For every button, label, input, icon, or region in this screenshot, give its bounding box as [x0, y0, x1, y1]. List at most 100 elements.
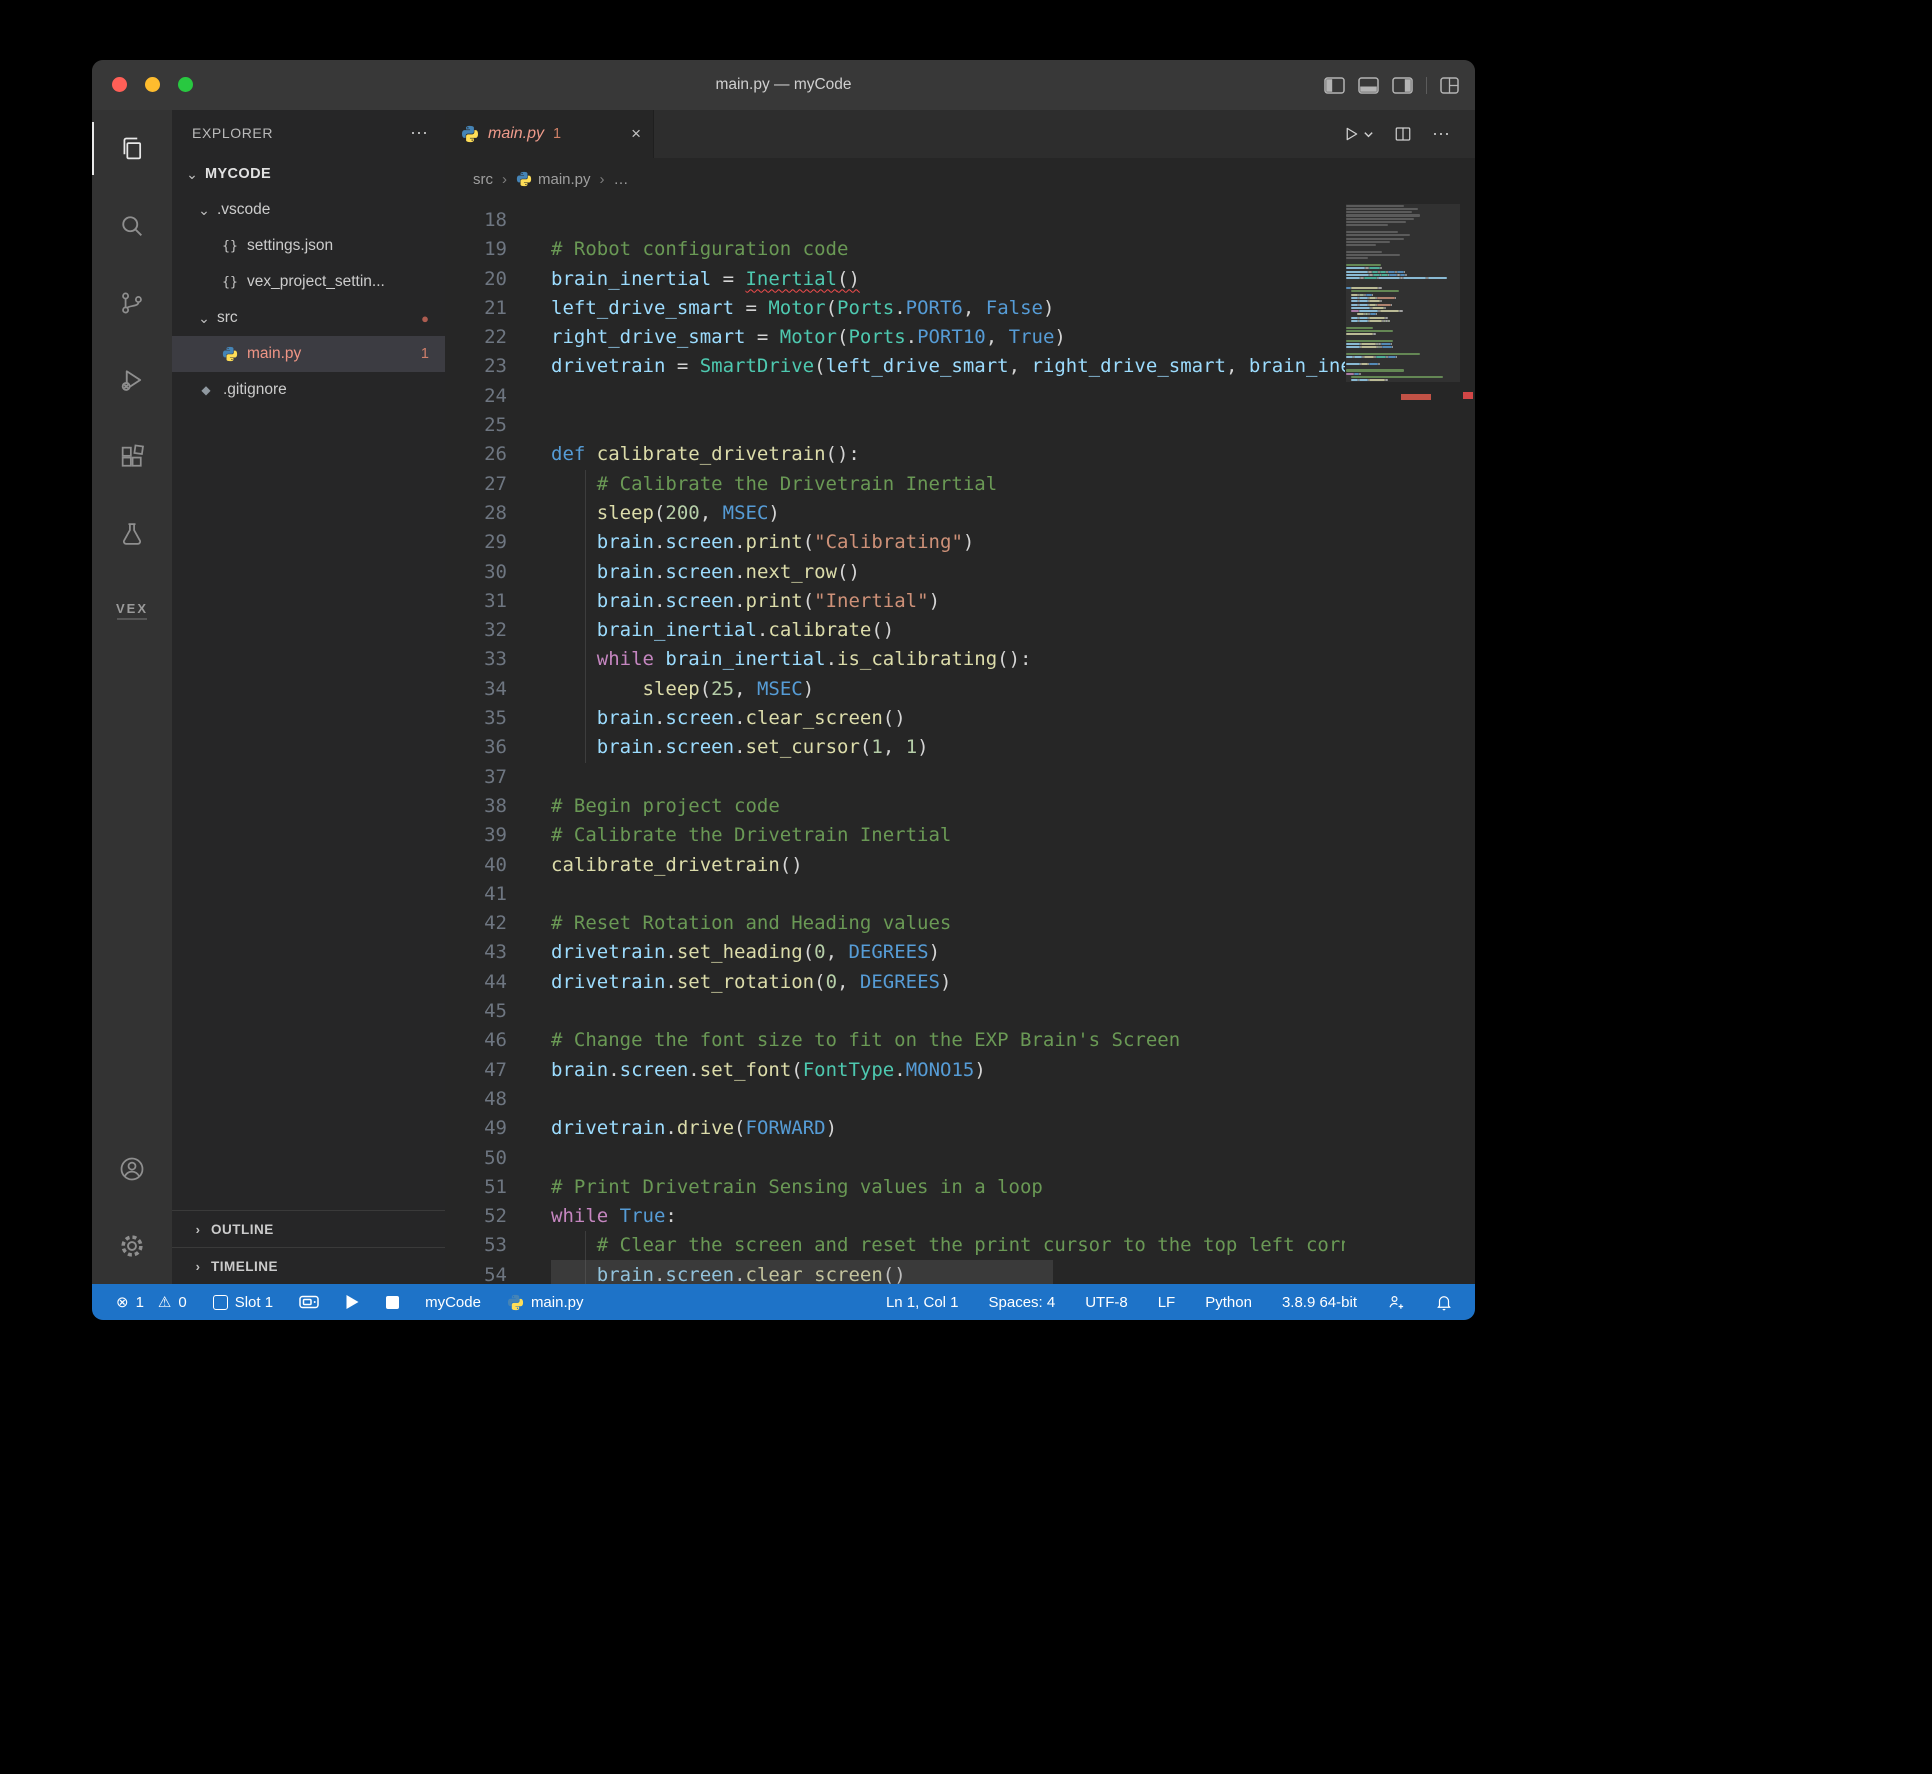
code-line: 22right_drive_smart = Motor(Ports.PORT10… — [445, 323, 1345, 352]
tree-item-vex-project-settin-[interactable]: {}vex_project_settin... — [172, 264, 445, 300]
line-number: 49 — [445, 1114, 507, 1143]
line-number: 41 — [445, 880, 507, 909]
account-icon[interactable] — [92, 1130, 172, 1207]
chevron-down-icon: ⌄ — [184, 166, 200, 183]
sidebar-item-testing[interactable] — [92, 495, 172, 572]
split-editor-icon[interactable] — [1394, 125, 1412, 143]
tree-item--gitignore[interactable]: ◆ .gitignore — [172, 372, 445, 408]
tree-item--vscode[interactable]: ⌄ .vscode — [172, 192, 445, 228]
code-line: 44drivetrain.set_rotation(0, DEGREES) — [445, 968, 1345, 997]
close-tab-icon[interactable]: × — [631, 124, 641, 144]
tree-item-src[interactable]: ⌄src● — [172, 300, 445, 336]
breadcrumb-item[interactable]: main.py — [516, 171, 591, 188]
code-line: 34 sleep(25, MSEC) — [445, 675, 1345, 704]
code-line: 50 — [445, 1144, 1345, 1173]
file-label: .gitignore — [223, 381, 287, 399]
line-number: 25 — [445, 411, 507, 440]
status-item-lf[interactable]: LF — [1158, 1294, 1176, 1311]
breadcrumb-separator-icon: › — [502, 171, 507, 188]
toggle-secondary-sidebar-icon[interactable] — [1392, 77, 1413, 94]
tab-main-py[interactable]: main.py 1 × — [445, 110, 654, 158]
file-label: .vscode — [217, 201, 270, 219]
tree-item-settings-json[interactable]: {}settings.json — [172, 228, 445, 264]
line-number: 50 — [445, 1144, 507, 1173]
horizontal-scrollbar[interactable] — [551, 1260, 1053, 1284]
code-line: 20brain_inertial = Inertial() — [445, 265, 1345, 294]
run-python-file-icon[interactable] — [1342, 125, 1374, 143]
toggle-panel-icon[interactable] — [1358, 77, 1379, 94]
titlebar-separator — [1426, 77, 1427, 94]
minimap[interactable] — [1346, 204, 1460, 382]
breadcrumb-item[interactable]: … — [614, 171, 629, 188]
problems-status[interactable]: ⊗1⚠0 — [116, 1293, 187, 1311]
git-file-icon: ◆ — [196, 383, 216, 397]
status-item-ln-1-col-1[interactable]: Ln 1, Col 1 — [886, 1294, 959, 1311]
status-item-stop[interactable] — [386, 1296, 399, 1309]
status-item-python[interactable]: Python — [1205, 1294, 1252, 1311]
status-item-brain[interactable] — [299, 1294, 319, 1310]
breadcrumb-item[interactable]: src — [473, 171, 493, 188]
code-line: 41 — [445, 880, 1345, 909]
tree-root-mycode[interactable]: ⌄MYCODE — [172, 156, 445, 192]
editor-more-actions-icon[interactable]: ⋯ — [1432, 124, 1451, 145]
line-number: 21 — [445, 294, 507, 323]
sidebar-item-vex[interactable]: VEX — [92, 572, 172, 649]
customize-layout-icon[interactable] — [1440, 77, 1459, 94]
files-icon — [118, 135, 146, 163]
flask-icon — [118, 520, 146, 548]
status-label: Spaces: 4 — [989, 1294, 1056, 1311]
code-line: 46# Change the font size to fit on the E… — [445, 1026, 1345, 1055]
code-line: 39# Calibrate the Drivetrain Inertial — [445, 821, 1345, 850]
status-label: Ln 1, Col 1 — [886, 1294, 959, 1311]
code-line: 31 brain.screen.print("Inertial") — [445, 587, 1345, 616]
code-area[interactable]: 1819# Robot configuration code20brain_in… — [445, 200, 1475, 1284]
chevron-down-icon: ⌄ — [196, 202, 212, 219]
sidebar-item-source-control[interactable] — [92, 264, 172, 341]
sidebar-item-search[interactable] — [92, 187, 172, 264]
minimap-slider[interactable] — [1346, 204, 1460, 382]
tab-problem-badge: 1 — [553, 126, 561, 142]
toggle-sidebar-icon[interactable] — [1324, 77, 1345, 94]
tab-bar: main.py 1 × ⋯ — [445, 110, 1475, 158]
code-line: 27 # Calibrate the Drivetrain Inertial — [445, 470, 1345, 499]
status-item-utf-8[interactable]: UTF-8 — [1085, 1294, 1128, 1311]
outline-section[interactable]: › OUTLINE — [172, 1210, 445, 1247]
sidebar-item-explorer[interactable] — [92, 110, 172, 187]
tree-item-main-py[interactable]: main.py1 — [172, 336, 445, 372]
line-number: 29 — [445, 528, 507, 557]
notifications-bell-icon[interactable] — [1435, 1293, 1453, 1311]
line-number: 20 — [445, 265, 507, 294]
json-file-icon: {} — [220, 239, 240, 254]
warning-icon: ⚠ — [158, 1293, 171, 1311]
code-line: 19# Robot configuration code — [445, 235, 1345, 264]
status-item-slot-1[interactable]: Slot 1 — [213, 1294, 273, 1311]
line-number: 38 — [445, 792, 507, 821]
code-line: 36 brain.screen.set_cursor(1, 1) — [445, 733, 1345, 762]
code-line: 23drivetrain = SmartDrive(left_drive_sma… — [445, 352, 1345, 381]
status-label: UTF-8 — [1085, 1294, 1128, 1311]
source-control-icon — [118, 289, 146, 317]
line-number: 18 — [445, 206, 507, 235]
status-item-play[interactable] — [345, 1294, 360, 1310]
warning-count: 0 — [178, 1294, 186, 1311]
timeline-section[interactable]: › TIMELINE — [172, 1247, 445, 1284]
chevron-right-icon: › — [190, 1222, 206, 1237]
line-number: 40 — [445, 851, 507, 880]
status-item-3-8-9-64-bit[interactable]: 3.8.9 64-bit — [1282, 1294, 1357, 1311]
line-number: 31 — [445, 587, 507, 616]
settings-gear-icon[interactable] — [92, 1207, 172, 1284]
status-item-mycode[interactable]: myCode — [425, 1294, 481, 1311]
breadcrumb-label: main.py — [538, 171, 591, 188]
sidebar-item-run-debug[interactable] — [92, 341, 172, 418]
line-number: 24 — [445, 382, 507, 411]
status-item-spaces-4[interactable]: Spaces: 4 — [989, 1294, 1056, 1311]
line-number: 53 — [445, 1231, 507, 1260]
overview-ruler[interactable] — [1461, 200, 1475, 1284]
line-number: 43 — [445, 938, 507, 967]
status-item-main-py[interactable]: main.py — [507, 1294, 584, 1311]
more-actions-icon[interactable]: ⋯ — [410, 123, 429, 144]
feedback-icon[interactable] — [1387, 1293, 1405, 1311]
code-line: 52while True: — [445, 1202, 1345, 1231]
code-line: 42# Reset Rotation and Heading values — [445, 909, 1345, 938]
sidebar-item-extensions[interactable] — [92, 418, 172, 495]
